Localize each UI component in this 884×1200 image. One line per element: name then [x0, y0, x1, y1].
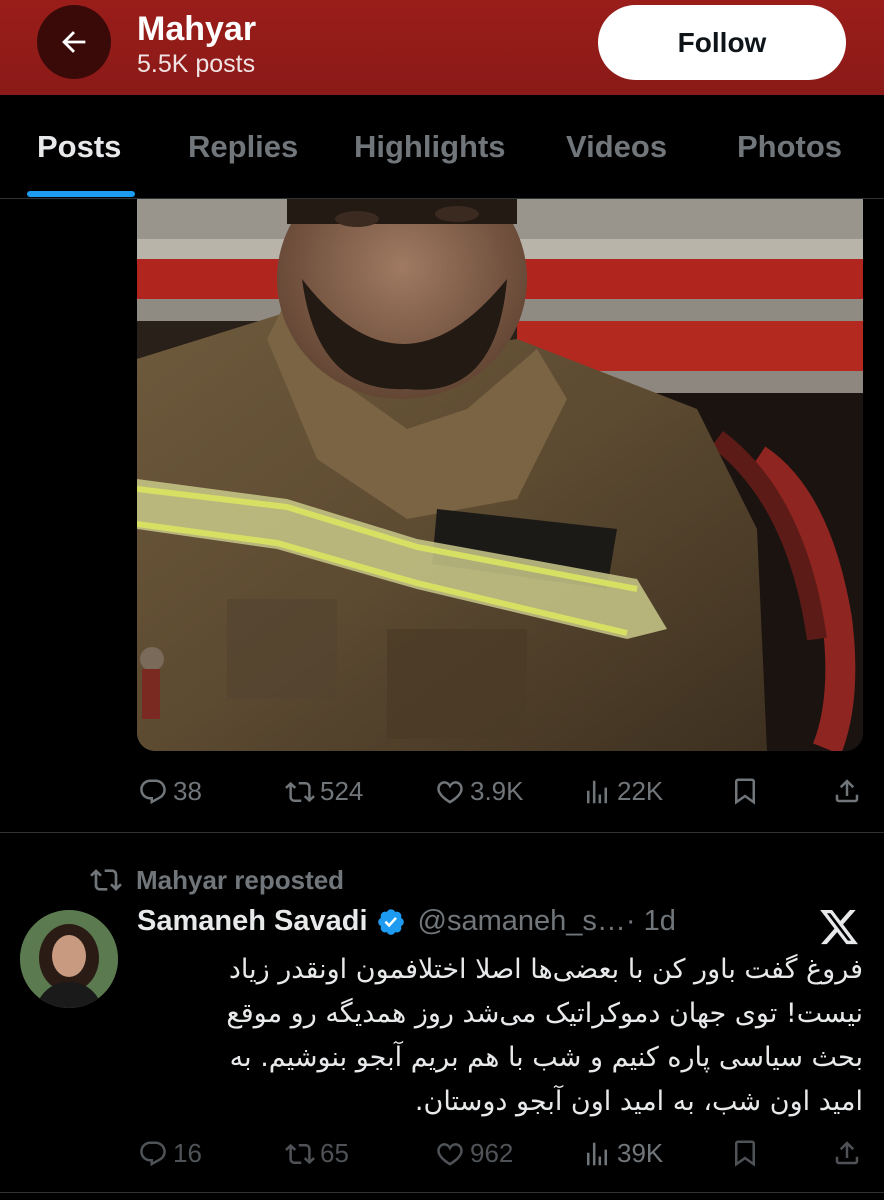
tweet-text-line: بحث سیاسی پاره کنیم و شب با هم بریم آبجو…	[229, 1042, 863, 1073]
author-handle[interactable]: @samaneh_s…	[418, 905, 626, 938]
analytics-icon	[587, 1142, 607, 1165]
profile-name: Mahyar	[137, 10, 257, 48]
tweet-text-line: امید اون شب، به امید اون آبجو دوستان.	[414, 1086, 863, 1117]
like-button[interactable]: 3.9K	[435, 776, 524, 807]
reply-icon	[140, 779, 166, 804]
bookmark-button[interactable]	[730, 1138, 760, 1168]
tab-replies[interactable]: Replies	[188, 129, 298, 165]
follow-button[interactable]: Follow	[598, 5, 846, 80]
views-button[interactable]: 22K	[582, 776, 663, 807]
repost-icon	[285, 1143, 315, 1164]
reply-count: 16	[173, 1138, 202, 1168]
post-image[interactable]	[137, 199, 863, 751]
bookmark-button[interactable]	[730, 776, 760, 806]
view-count: 39K	[617, 1138, 664, 1168]
repost-indicator[interactable]: Mahyar reposted	[90, 864, 344, 896]
like-count: 962	[470, 1138, 514, 1168]
repost-icon	[90, 869, 122, 891]
repost-button[interactable]: 65	[285, 1138, 349, 1169]
repost-count: 524	[320, 776, 364, 806]
share-icon	[835, 779, 859, 803]
tab-photos[interactable]: Photos	[737, 129, 842, 165]
x-logo-icon	[820, 909, 858, 945]
views-button[interactable]: 39K	[582, 1138, 663, 1169]
tab-videos[interactable]: Videos	[566, 129, 667, 165]
bookmark-icon	[735, 1140, 755, 1167]
profile-tabs: Posts Replies Highlights Videos Photos	[0, 95, 884, 199]
reply-button[interactable]: 16	[138, 1138, 202, 1169]
post-divider	[0, 1192, 884, 1193]
view-count: 22K	[617, 776, 664, 806]
post-divider	[0, 832, 884, 833]
tweet-text: فروغ گفت باور کن با بعضی‌ها اصلا اختلافم…	[137, 948, 863, 1124]
repost-button[interactable]: 524	[285, 776, 363, 807]
tweet-text-line: فروغ گفت باور کن با بعضی‌ها اصلا اختلافم…	[228, 954, 863, 985]
tab-highlights[interactable]: Highlights	[354, 129, 506, 165]
like-count: 3.9K	[470, 776, 524, 806]
profile-header: Mahyar 5.5K posts Follow	[0, 0, 884, 95]
repost-label: Mahyar reposted	[136, 864, 345, 895]
reply-button[interactable]: 38	[138, 776, 202, 807]
bookmark-icon	[735, 778, 755, 805]
repost-author-line: Samaneh Savadi @samaneh_s… · 1d	[137, 905, 676, 938]
share-icon	[835, 1141, 859, 1165]
tweet-text-line: نیست! توی جهان دموکراتیک می‌شد روز همدیگ…	[226, 998, 863, 1029]
share-button[interactable]	[832, 1138, 862, 1168]
verified-badge-icon	[377, 908, 404, 935]
like-button[interactable]: 962	[435, 1138, 513, 1169]
back-button[interactable]	[37, 5, 111, 79]
reply-count: 38	[173, 776, 202, 806]
analytics-icon	[587, 780, 607, 803]
repost-count: 65	[320, 1138, 349, 1168]
avatar[interactable]	[20, 910, 118, 1008]
heart-icon	[437, 1142, 463, 1166]
reply-icon	[140, 1141, 166, 1166]
repost-icon	[285, 781, 315, 802]
tab-posts[interactable]: Posts	[37, 129, 121, 165]
share-button[interactable]	[832, 776, 862, 806]
heart-icon	[437, 780, 463, 804]
active-tab-indicator	[27, 191, 135, 197]
post-time: · 1d	[625, 905, 676, 937]
post-count: 5.5K posts	[137, 50, 256, 78]
arrow-left-icon	[62, 31, 86, 53]
author-name[interactable]: Samaneh Savadi	[137, 905, 368, 938]
